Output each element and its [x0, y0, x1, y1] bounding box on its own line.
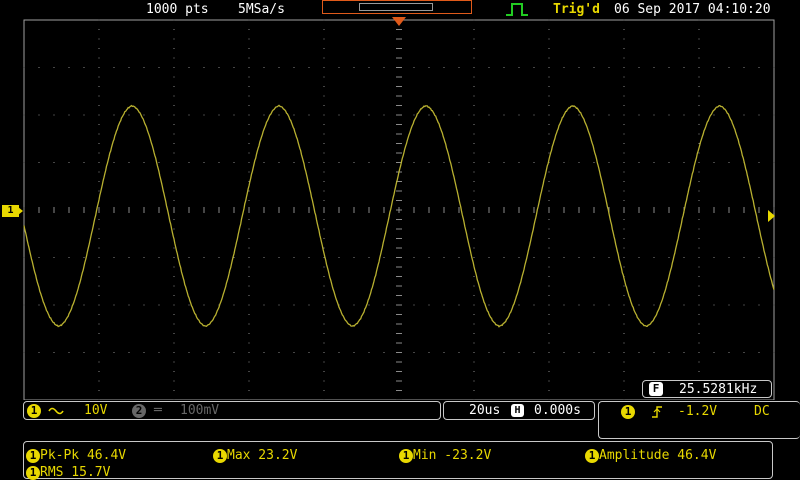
waveform-display[interactable]: [0, 0, 800, 400]
trigger-source-badge: 1: [621, 405, 635, 419]
measurement-min: 1 Min -23.2V: [399, 444, 491, 463]
measurement-rms: 1 RMS 15.7V: [26, 461, 110, 480]
trigger-position-marker[interactable]: [392, 17, 406, 26]
frequency-value: 25.5281kHz: [679, 382, 758, 397]
horizontal-icon: H: [511, 404, 524, 417]
measurement-text: RMS 15.7V: [40, 465, 111, 480]
channel1-badge: 1: [27, 404, 41, 418]
horizontal-offset[interactable]: 0.000s: [534, 403, 581, 418]
channel1-marker-label: 1: [7, 205, 14, 216]
frequency-icon: F: [649, 382, 663, 396]
ac-coupling-icon: [48, 407, 64, 415]
trigger-settings[interactable]: 1 -1.2V DC: [598, 401, 800, 439]
channel1-trace: [23, 104, 775, 328]
channel2-badge: 2: [132, 404, 146, 418]
graticule: [23, 19, 775, 400]
measurement-source-badge: 1: [213, 449, 227, 463]
channel2-scale[interactable]: 100mV: [180, 403, 219, 418]
frequency-counter: F 25.5281kHz: [642, 380, 772, 398]
channel-settings[interactable]: 1 10V 2 ═ 100mV: [23, 401, 441, 420]
trigger-level[interactable]: -1.2V: [678, 404, 717, 419]
rising-edge-icon: [652, 406, 662, 418]
channel1-marker-arrow: [18, 207, 23, 215]
measurement-source-badge: 1: [399, 449, 413, 463]
channel1-ground-marker[interactable]: 1: [2, 205, 19, 217]
measurement-amplitude: 1 Amplitude 46.4V: [585, 444, 716, 463]
measurement-source-badge: 1: [585, 449, 599, 463]
measurement-text: Amplitude 46.4V: [599, 448, 717, 463]
timebase-settings[interactable]: 20us H 0.000s: [443, 401, 595, 420]
measurement-source-badge: 1: [26, 466, 40, 480]
channel1-scale[interactable]: 10V: [84, 403, 107, 418]
timebase-scale[interactable]: 20us: [469, 403, 500, 418]
dc-coupling-icon: ═: [154, 403, 162, 418]
measurement-text: Min -23.2V: [413, 448, 492, 463]
measurement-panel: 1 Pk-Pk 46.4V 1 Max 23.2V 1 Min -23.2V 1 Amp…: [23, 441, 773, 480]
measurement-text: Max 23.2V: [227, 448, 298, 463]
trigger-coupling[interactable]: DC: [754, 404, 770, 419]
measurement-max: 1 Max 23.2V: [213, 444, 297, 463]
